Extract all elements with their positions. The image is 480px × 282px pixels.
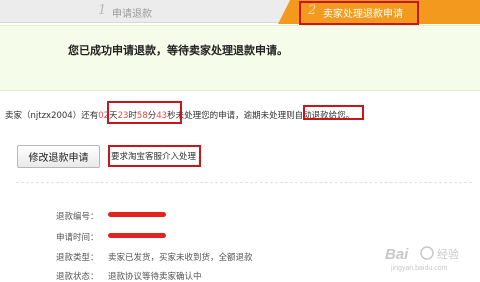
step-number: 1 [98,3,107,18]
refund-status-label: 退款状态： [56,272,99,282]
paw-icon [420,246,434,260]
success-banner: 您已成功申请退款，等待卖家处理退款申请。 [0,25,480,91]
refund-number-label: 退款编号： [56,212,99,222]
baidu-watermark-logo: Bai 经验 jingyan.baidu.com [385,246,459,272]
highlight-auto-refund [303,105,364,120]
notice-seller-text: 卖家（njtzx2004）还有 [5,111,99,121]
apply-time-redacted [108,233,166,238]
watermark-suffix: 经验 [437,247,459,261]
success-message: 您已成功申请退款，等待卖家处理退款申请。 [68,44,288,57]
refund-type-value: 卖家已发货，买家未收到货，全额退款 [108,253,253,263]
highlight-customer-service [108,145,201,167]
watermark-brand: Bai [385,246,409,263]
highlight-step2 [299,1,419,25]
divider [16,182,472,183]
apply-time-label: 申请时间： [56,233,99,243]
watermark-url: jingyan.baidu.com [390,265,448,272]
step-label: 申请退款 [112,9,152,20]
modify-refund-button[interactable]: 修改退款申请 [17,145,100,168]
refund-status-value: 退款协议等待卖家确认中 [108,272,202,282]
refund-number-redacted [108,212,166,217]
highlight-countdown [107,101,182,124]
notice-middle-text: 秒未处理您的申请，逾期未处理则 [167,111,295,121]
refund-type-label: 退款类型： [56,253,99,263]
step-apply-refund: 1 申请退款 [0,0,300,23]
